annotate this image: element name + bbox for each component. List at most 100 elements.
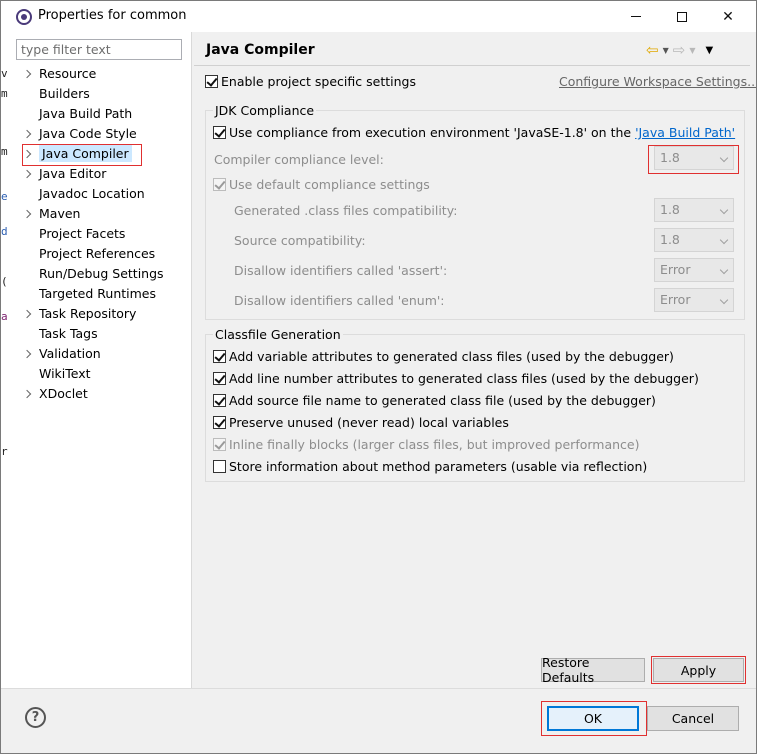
bg-char: ( [1, 275, 8, 288]
enable-project-settings-row[interactable]: Enable project specific settings [205, 74, 416, 89]
chevron-right-icon[interactable] [21, 64, 33, 84]
tree-item-xdoclet[interactable]: XDoclet [9, 384, 192, 404]
apply-button[interactable]: Apply [653, 658, 744, 682]
classfile-option-label: Preserve unused (never read) local varia… [229, 415, 509, 430]
compliance-level-label: Compiler compliance level: [214, 152, 384, 167]
tree-item-java-editor[interactable]: Java Editor [9, 164, 192, 184]
tree-item-label: Project Facets [39, 226, 126, 241]
classfile-option-label: Store information about method parameter… [229, 459, 648, 474]
disallow-assert-value: Error [660, 262, 691, 277]
bg-char: e [1, 190, 8, 203]
minimize-button[interactable] [613, 1, 659, 32]
preference-tree-panel: Resource Builders Java Build Path Java C… [9, 32, 192, 688]
tree-item-label: Validation [39, 346, 101, 361]
forward-dropdown-icon[interactable]: ▼ [689, 46, 695, 55]
tree-item-java-compiler[interactable]: Java Compiler [9, 144, 192, 164]
inline-finally-checkbox [213, 438, 226, 451]
source-compat-label: Source compatibility: [234, 233, 366, 248]
tree-item-label: Java Editor [39, 166, 107, 181]
compliance-level-combo[interactable]: 1.8 [654, 146, 734, 170]
close-icon: ✕ [722, 8, 734, 25]
ok-button[interactable]: OK [547, 706, 639, 731]
tree-item-validation[interactable]: Validation [9, 344, 192, 364]
back-arrow-icon[interactable]: ⇦ [646, 41, 659, 59]
tree-item-java-build-path[interactable]: Java Build Path [9, 104, 192, 124]
chevron-right-icon[interactable] [21, 164, 33, 184]
tree-item-javadoc-location[interactable]: Javadoc Location [9, 184, 192, 204]
classfile-option-label: Add source file name to generated class … [229, 393, 656, 408]
view-menu-icon[interactable]: ▼ [705, 45, 713, 56]
tree-item-label: Java Compiler [39, 145, 132, 162]
method-parameters-checkbox[interactable] [213, 460, 226, 473]
chevron-right-icon[interactable] [21, 344, 33, 364]
classfile-option-row[interactable]: Add line number attributes to generated … [213, 371, 699, 386]
disallow-enum-combo: Error [654, 288, 734, 312]
disallow-assert-label: Disallow identifiers called 'assert': [234, 263, 448, 278]
classfile-option-label: Add line number attributes to generated … [229, 371, 699, 386]
tree-item-resource[interactable]: Resource [9, 64, 192, 84]
tree-item-label: XDoclet [39, 386, 88, 401]
properties-dialog: Properties for common ✕ v m m e d ( a r … [0, 0, 757, 754]
background-editor-sliver: v m m e d ( a r [1, 32, 9, 688]
maximize-button[interactable] [659, 1, 705, 32]
classfile-option-row[interactable]: Add variable attributes to generated cla… [213, 349, 674, 364]
configure-workspace-link[interactable]: Configure Workspace Settings... [559, 74, 756, 89]
tree-item-task-repository[interactable]: Task Repository [9, 304, 192, 324]
bg-char: r [1, 445, 8, 458]
use-default-row: Use default compliance settings [213, 177, 430, 192]
generated-compat-label: Generated .class files compatibility: [234, 203, 458, 218]
classfile-option-row[interactable]: Store information about method parameter… [213, 459, 647, 474]
tree-item-label: Java Build Path [39, 106, 133, 121]
java-build-path-link[interactable]: 'Java Build Path' [635, 125, 735, 140]
tree-item-project-facets[interactable]: Project Facets [9, 224, 192, 244]
tree-item-label: WikiText [39, 366, 91, 381]
title-separator [194, 65, 750, 66]
classfile-option-row[interactable]: Preserve unused (never read) local varia… [213, 415, 509, 430]
chevron-right-icon[interactable] [21, 304, 33, 324]
tree-item-maven[interactable]: Maven [9, 204, 192, 224]
classfile-option-row: Inline finally blocks (larger class file… [213, 437, 640, 452]
use-compliance-row[interactable]: Use compliance from execution environmen… [213, 125, 735, 140]
tree-item-run-debug-settings[interactable]: Run/Debug Settings [9, 264, 192, 284]
generated-compat-value: 1.8 [660, 202, 680, 217]
tree-item-builders[interactable]: Builders [9, 84, 192, 104]
tree-item-project-references[interactable]: Project References [9, 244, 192, 264]
cancel-button[interactable]: Cancel [647, 706, 739, 731]
chevron-right-icon[interactable] [21, 124, 33, 144]
bg-char: m [1, 145, 8, 158]
back-dropdown-icon[interactable]: ▼ [663, 46, 669, 55]
use-compliance-checkbox[interactable] [213, 126, 226, 139]
preserve-unused-checkbox[interactable] [213, 416, 226, 429]
restore-defaults-button[interactable]: Restore Defaults [541, 655, 645, 685]
eclipse-app-icon [16, 9, 32, 25]
tree-item-label: Resource [39, 66, 97, 81]
tree-item-task-tags[interactable]: Task Tags [9, 324, 192, 344]
filter-input[interactable] [16, 39, 182, 60]
bg-char: d [1, 225, 8, 238]
tree-item-java-code-style[interactable]: Java Code Style [9, 124, 192, 144]
close-button[interactable]: ✕ [705, 1, 751, 32]
classfile-option-label: Inline finally blocks (larger class file… [229, 437, 640, 452]
chevron-right-icon[interactable] [21, 384, 33, 404]
variable-attributes-checkbox[interactable] [213, 350, 226, 363]
classfile-option-row[interactable]: Add source file name to generated class … [213, 393, 656, 408]
chevron-down-icon [719, 265, 729, 275]
chevron-down-icon [719, 235, 729, 245]
tree-item-targeted-runtimes[interactable]: Targeted Runtimes [9, 284, 192, 304]
window-title: Properties for common [38, 8, 187, 23]
preference-tree: Resource Builders Java Build Path Java C… [9, 64, 192, 404]
help-icon[interactable]: ? [25, 707, 46, 728]
source-compat-combo: 1.8 [654, 228, 734, 252]
tree-item-wikitext[interactable]: WikiText [9, 364, 192, 384]
enable-project-settings-label: Enable project specific settings [221, 74, 416, 89]
tree-item-label: Javadoc Location [39, 186, 145, 201]
chevron-down-icon [719, 205, 729, 215]
forward-arrow-icon[interactable]: ⇨ [673, 41, 686, 59]
enable-project-settings-checkbox[interactable] [205, 75, 218, 88]
source-file-name-checkbox[interactable] [213, 394, 226, 407]
tree-item-label: Run/Debug Settings [39, 266, 164, 281]
line-number-attributes-checkbox[interactable] [213, 372, 226, 385]
bg-char: m [1, 87, 8, 100]
chevron-right-icon[interactable] [21, 204, 33, 224]
chevron-right-icon[interactable] [21, 144, 33, 164]
